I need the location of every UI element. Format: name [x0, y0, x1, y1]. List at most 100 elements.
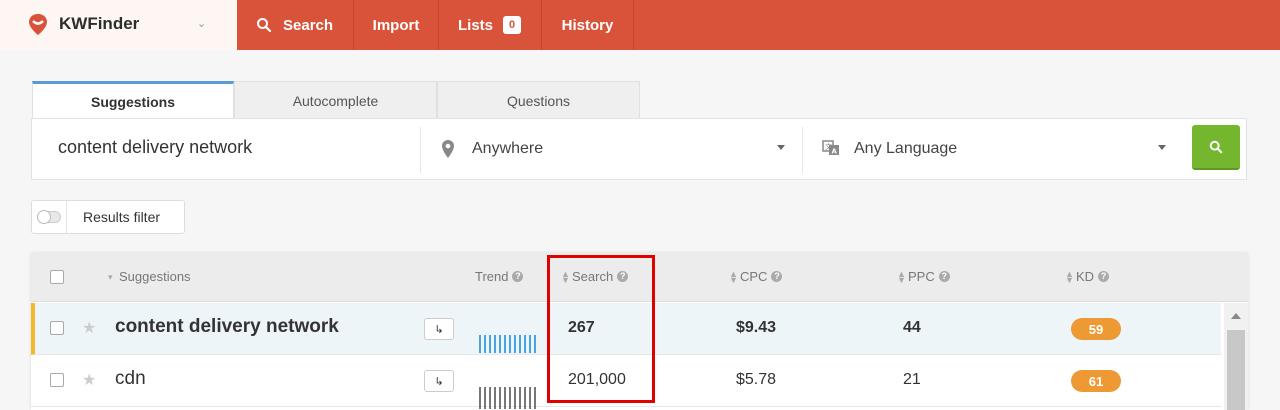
- trend-bar: [514, 335, 516, 353]
- toggle-knob: [37, 210, 51, 224]
- header-ppc-label: PPC: [908, 269, 935, 284]
- cpc-cell: $9.43: [736, 319, 777, 336]
- trend-bar: [484, 335, 486, 353]
- nav-search-label: Search: [283, 16, 334, 34]
- results-filter-label: Results filter: [83, 209, 161, 225]
- table-scrollbar[interactable]: [1224, 303, 1248, 410]
- trend-bar: [494, 387, 496, 409]
- trend-bar: [509, 387, 511, 409]
- nav-lists-label: Lists: [458, 16, 494, 34]
- trend-bar: [489, 387, 491, 409]
- filter-toggle[interactable]: [37, 210, 61, 224]
- search-volume-cell: 267: [568, 319, 595, 336]
- trend-bar: [499, 335, 501, 353]
- divider: [802, 127, 803, 173]
- header-cpc[interactable]: ▲ ▼ CPC ?: [729, 268, 783, 285]
- trend-bar: [504, 335, 506, 353]
- header-kd-label: KD: [1076, 269, 1095, 284]
- header-trend-label: Trend: [475, 269, 509, 284]
- ppc-cell: 44: [903, 319, 921, 336]
- nav-history-label: History: [561, 16, 614, 34]
- table-row[interactable]: ★ cdn ↳ 201,000 $5.78 21 61: [31, 355, 1221, 409]
- help-icon[interactable]: ?: [938, 271, 950, 282]
- sort-icon: ▲ ▼: [561, 268, 570, 285]
- trend-bar: [479, 387, 481, 409]
- search-icon: [257, 18, 272, 33]
- chevron-down-icon: ⌄: [197, 18, 207, 30]
- trend-bar: [509, 335, 511, 353]
- trend-bar: [529, 335, 531, 353]
- trend-bar: [519, 335, 521, 353]
- trend-bar: [504, 387, 506, 409]
- cpc-cell: $5.78: [736, 371, 777, 388]
- help-icon[interactable]: ?: [512, 271, 524, 282]
- trend-bar: [519, 387, 521, 409]
- use-as-seed-button[interactable]: ↳: [424, 370, 454, 392]
- select-all-checkbox[interactable]: [50, 270, 64, 284]
- header-trend[interactable]: Trend ?: [475, 269, 524, 284]
- trend-bar: [524, 335, 526, 353]
- kd-badge: 59: [1071, 318, 1121, 340]
- trend-bar: [484, 387, 486, 409]
- trend-bar: [494, 335, 496, 353]
- search-form: Anywhere 文 A Any Language: [31, 118, 1247, 180]
- sort-icon: ▲ ▼: [729, 268, 738, 285]
- help-icon[interactable]: ?: [771, 271, 783, 282]
- keyword-input[interactable]: [58, 137, 418, 158]
- header-ppc[interactable]: ▲ ▼ PPC ?: [897, 269, 950, 284]
- sort-icon: ▲ ▼: [897, 268, 906, 285]
- tab-questions[interactable]: Questions: [437, 81, 640, 119]
- caret-down-icon: [777, 145, 785, 150]
- map-pin-icon: [442, 140, 454, 158]
- trend-bar: [534, 335, 536, 353]
- trend-bar: [499, 387, 501, 409]
- results-table: ▾ Suggestions Trend ? ▲ ▼ Search ? ▲ ▼ CPC…: [31, 253, 1248, 410]
- trend-sparkline: [479, 335, 536, 353]
- trend-bar: [514, 387, 516, 409]
- ppc-cell: 21: [903, 371, 921, 388]
- help-icon[interactable]: ?: [617, 271, 629, 282]
- sort-down-icon: ▾: [108, 271, 113, 282]
- trend-bar: [524, 387, 526, 409]
- brand-switcher[interactable]: KWFinder ⌄: [0, 0, 237, 50]
- search-submit-button[interactable]: [1192, 125, 1240, 170]
- star-icon[interactable]: ★: [82, 318, 96, 338]
- nav-import[interactable]: Import: [354, 0, 439, 50]
- header-suggestions-label: Suggestions: [119, 269, 191, 284]
- nav-history[interactable]: History: [542, 0, 634, 50]
- row-checkbox[interactable]: [50, 373, 64, 387]
- trend-sparkline: [479, 387, 536, 409]
- nav-import-label: Import: [372, 16, 420, 34]
- divider: [420, 127, 421, 173]
- svg-text:A: A: [832, 148, 838, 156]
- table-row[interactable]: ★ content delivery network ↳ 267 $9.43 4…: [31, 303, 1221, 355]
- search-icon: [1209, 140, 1223, 153]
- trend-bar: [489, 335, 491, 353]
- table-header: ▾ Suggestions Trend ? ▲ ▼ Search ? ▲ ▼ CPC…: [31, 253, 1248, 302]
- keyword-cell[interactable]: cdn: [115, 368, 146, 390]
- scroll-up-icon[interactable]: [1231, 313, 1241, 319]
- location-value: Anywhere: [472, 140, 544, 157]
- nav-search[interactable]: Search: [237, 0, 354, 50]
- nav-lists[interactable]: Lists 0: [439, 0, 542, 50]
- header-kd[interactable]: ▲ ▼ KD ?: [1065, 269, 1110, 284]
- scroll-thumb[interactable]: [1227, 330, 1245, 410]
- main-nav: Search Import Lists 0 History: [237, 0, 634, 50]
- tab-autocomplete[interactable]: Autocomplete: [234, 81, 437, 119]
- header-search[interactable]: ▲ ▼ Search ?: [561, 268, 629, 285]
- help-icon[interactable]: ?: [1098, 271, 1110, 282]
- trend-bar: [529, 387, 531, 409]
- kwfinder-logo-icon: [29, 14, 47, 35]
- trend-bar: [479, 335, 481, 353]
- header-cpc-label: CPC: [740, 269, 768, 284]
- results-filter-button[interactable]: Results filter: [31, 200, 185, 234]
- star-icon[interactable]: ★: [82, 370, 96, 390]
- brand-name: KWFinder: [59, 14, 140, 33]
- header-suggestions[interactable]: ▾ Suggestions: [108, 269, 191, 284]
- use-as-seed-button[interactable]: ↳: [424, 318, 454, 340]
- translate-icon: 文 A: [822, 140, 839, 156]
- keyword-cell[interactable]: content delivery network: [115, 316, 339, 338]
- tab-suggestions[interactable]: Suggestions: [32, 81, 234, 119]
- row-checkbox[interactable]: [50, 321, 64, 335]
- kd-badge: 61: [1071, 370, 1121, 392]
